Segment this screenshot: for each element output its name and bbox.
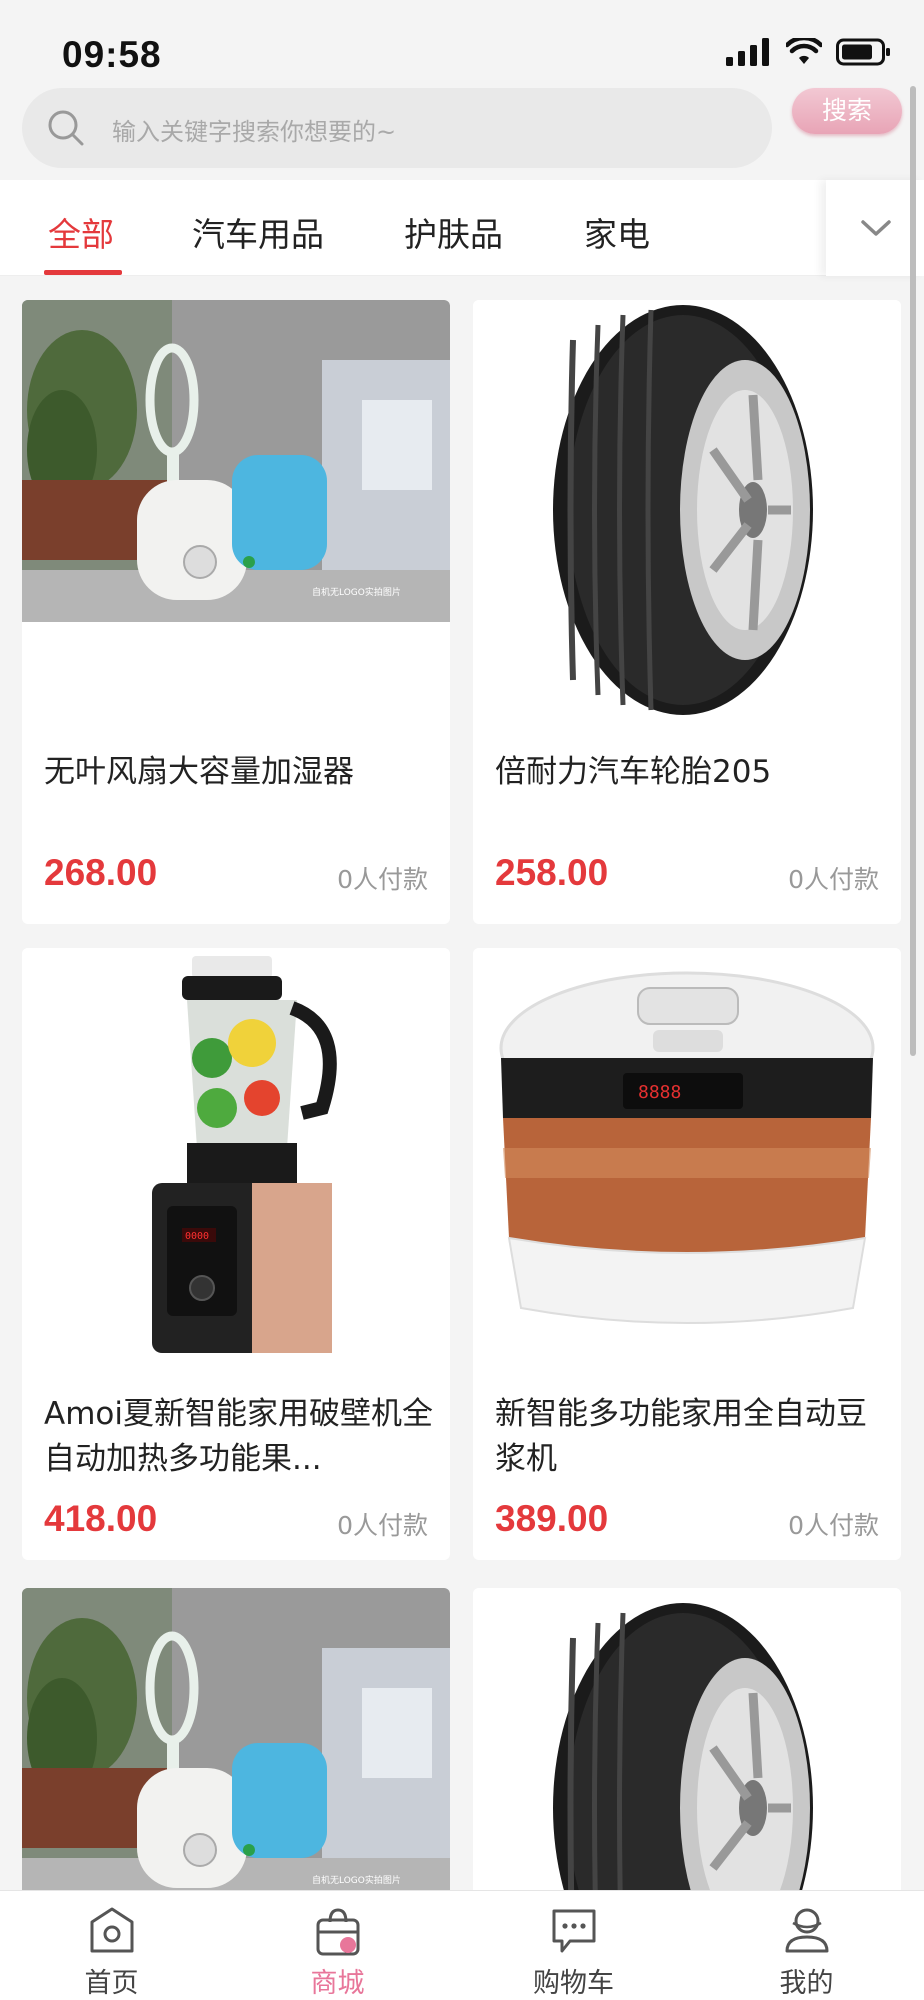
tab-skincare[interactable]: 护肤品: [404, 208, 503, 256]
tab-all[interactable]: 全部: [48, 208, 114, 256]
product-sold-count: 0人付款: [788, 865, 879, 894]
svg-text:0000: 0000: [185, 1231, 209, 1242]
search-placeholder: 输入关键字搜索你想要的~: [112, 118, 397, 146]
scrollbar[interactable]: [910, 86, 916, 1056]
product-sold-count: 0人付款: [337, 865, 428, 894]
category-tabs: 全部 汽车用品 护肤品 家电: [0, 180, 924, 276]
product-image-humidifier: 自机无LOGO实拍图片: [22, 300, 450, 720]
product-card[interactable]: 自机无LOGO实拍图片: [22, 1588, 450, 1890]
chat-bubble-icon: [552, 1909, 596, 1953]
tab-bar-mall-label: 商城: [310, 1968, 365, 1999]
signal-icon: [726, 38, 769, 66]
battery-icon: [836, 38, 890, 66]
product-grid: 自机无LOGO实拍图片 无叶风扇大容量加湿器 268.00 0人付款 倍耐力汽车…: [0, 300, 924, 1890]
status-icons: [726, 38, 892, 66]
image-watermark: 自机无LOGO实拍图片: [312, 1874, 401, 1886]
tab-bar-mall[interactable]: 商城: [224, 1891, 455, 2000]
product-title: 新智能多功能家用全自动豆浆机: [495, 1396, 867, 1477]
product-card[interactable]: 8888 新智能多功能家用全自动豆浆机 389.00 0人付款: [473, 948, 901, 1560]
search-row: 输入关键字搜索你想要的~ 搜索: [0, 80, 924, 180]
search-input[interactable]: 输入关键字搜索你想要的~: [22, 88, 772, 168]
product-card[interactable]: 倍耐力汽车轮胎205 258.00 0人付款: [473, 300, 901, 924]
product-image-tire: [473, 1588, 901, 1890]
bottom-tab-bar: 首页 商城 购物车 我的: [0, 1890, 924, 2000]
search-icon: [48, 110, 84, 146]
tab-bar-profile[interactable]: 我的: [693, 1891, 924, 2000]
product-card[interactable]: 自机无LOGO实拍图片 无叶风扇大容量加湿器 268.00 0人付款: [22, 300, 450, 924]
product-title: 倍耐力汽车轮胎205: [495, 754, 772, 790]
wifi-icon: [786, 38, 822, 64]
product-title: Amoi夏新智能家用破壁机全自动加热多功能果...: [44, 1396, 433, 1477]
product-sold-count: 0人付款: [337, 1511, 428, 1540]
svg-text:8888: 8888: [638, 1082, 681, 1103]
image-watermark: 自机无LOGO实拍图片: [312, 586, 401, 598]
tab-appliances[interactable]: 家电: [584, 208, 650, 256]
tab-bar-home[interactable]: 首页: [0, 1891, 231, 2000]
tab-bar-profile-label: 我的: [779, 1968, 834, 1999]
product-image-tire: [473, 300, 901, 720]
product-image-blender: 0000: [22, 948, 450, 1368]
product-image-humidifier: 自机无LOGO实拍图片: [22, 1588, 450, 1890]
status-bar: 09:58: [0, 0, 924, 80]
product-card[interactable]: [473, 1588, 901, 1890]
profile-icon: [785, 1908, 829, 1953]
product-title: 无叶风扇大容量加湿器: [44, 754, 354, 790]
chevron-down-icon: [861, 220, 891, 236]
tab-bar-cart[interactable]: 购物车: [460, 1891, 691, 2000]
tab-bar-home-label: 首页: [84, 1968, 139, 1999]
product-price: 268.00: [44, 852, 158, 893]
status-time: 09:58: [62, 34, 162, 75]
tab-car-supplies[interactable]: 汽车用品: [192, 208, 324, 256]
product-image-rice-cooker: 8888: [473, 948, 901, 1368]
tab-bar-cart-label: 购物车: [533, 1968, 614, 1999]
home-icon: [90, 1907, 134, 1953]
product-price: 418.00: [44, 1498, 158, 1539]
search-button[interactable]: 搜索: [792, 88, 902, 134]
product-card[interactable]: 0000 Amoi夏新智能家用破壁机全自动加热多功能果... 418.00 0人…: [22, 948, 450, 1560]
product-price: 389.00: [495, 1498, 609, 1539]
product-price: 258.00: [495, 852, 609, 893]
product-sold-count: 0人付款: [788, 1511, 879, 1540]
shopping-bag-icon: [316, 1908, 360, 1956]
active-tab-underline: [44, 270, 122, 275]
